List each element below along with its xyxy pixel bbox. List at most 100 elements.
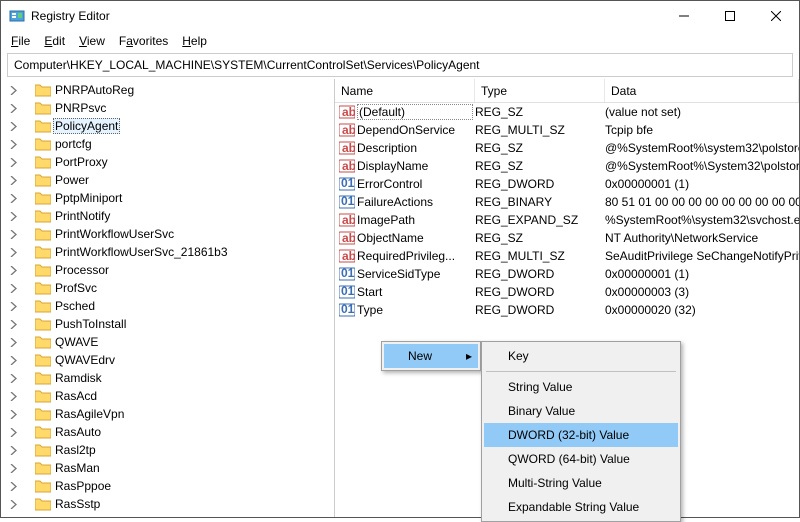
- folder-icon: [35, 227, 51, 241]
- tree-item[interactable]: Psched: [1, 297, 334, 315]
- tree-label: PNRPsvc: [53, 101, 108, 115]
- minimize-button[interactable]: [661, 1, 707, 31]
- col-data[interactable]: Data: [605, 79, 799, 102]
- expand-icon[interactable]: [7, 302, 19, 311]
- value-row[interactable]: ServiceSidTypeREG_DWORD0x00000001 (1): [335, 265, 799, 283]
- expand-icon[interactable]: [7, 158, 19, 167]
- expand-icon[interactable]: [7, 230, 19, 239]
- expand-icon[interactable]: [7, 338, 19, 347]
- tree-label: QWAVE: [53, 335, 100, 349]
- tree-item[interactable]: PrintWorkflowUserSvc: [1, 225, 334, 243]
- menu-edit[interactable]: Edit: [38, 32, 71, 50]
- tree-label: PNRPAutoReg: [53, 83, 136, 97]
- value-row[interactable]: StartREG_DWORD0x00000003 (3): [335, 283, 799, 301]
- value-row[interactable]: ImagePathREG_EXPAND_SZ%SystemRoot%\syste…: [335, 211, 799, 229]
- value-data: (value not set): [603, 105, 799, 119]
- value-row[interactable]: TypeREG_DWORD0x00000020 (32): [335, 301, 799, 319]
- expand-icon[interactable]: [7, 212, 19, 221]
- expand-icon[interactable]: [7, 176, 19, 185]
- expand-icon[interactable]: [7, 392, 19, 401]
- tree-view[interactable]: PNRPAutoReg PNRPsvc PolicyAgentportcfgPort…: [1, 79, 335, 517]
- expand-icon[interactable]: [7, 266, 19, 275]
- tree-item[interactable]: RasAcd: [1, 387, 334, 405]
- tree-item[interactable]: Power: [1, 171, 334, 189]
- tree-item[interactable]: PrintNotify: [1, 207, 334, 225]
- tree-item[interactable]: PolicyAgent: [1, 117, 334, 135]
- tree-item[interactable]: RasAuto: [1, 423, 334, 441]
- ctx-new[interactable]: New ▸: [384, 344, 478, 368]
- tree-item[interactable]: PNRPAutoReg: [1, 81, 334, 99]
- tree-item[interactable]: portcfg: [1, 135, 334, 153]
- tree-item[interactable]: QWAVE: [1, 333, 334, 351]
- tree-item[interactable]: RasMan: [1, 459, 334, 477]
- expand-icon[interactable]: [7, 104, 19, 113]
- col-type[interactable]: Type: [475, 79, 605, 102]
- menu-help[interactable]: Help: [176, 32, 213, 50]
- folder-icon: [35, 245, 51, 259]
- value-type: REG_DWORD: [473, 177, 603, 191]
- menu-file[interactable]: File: [5, 32, 36, 50]
- tree-item[interactable]: Ramdisk: [1, 369, 334, 387]
- expand-icon[interactable]: [7, 140, 19, 149]
- maximize-button[interactable]: [707, 1, 753, 31]
- tree-item[interactable]: Rasl2tp: [1, 441, 334, 459]
- ctx-new-key[interactable]: Key: [484, 344, 678, 368]
- expand-icon[interactable]: [7, 464, 19, 473]
- string-value-icon: [339, 248, 355, 264]
- address-bar[interactable]: Computer\HKEY_LOCAL_MACHINE\SYSTEM\Curre…: [7, 53, 793, 77]
- list-header: Name Type Data: [335, 79, 799, 103]
- expand-icon[interactable]: [7, 248, 19, 257]
- value-row[interactable]: ObjectNameREG_SZNT Authority\NetworkServ…: [335, 229, 799, 247]
- folder-icon: [35, 299, 51, 313]
- expand-icon[interactable]: [7, 284, 19, 293]
- tree-item[interactable]: PNRPsvc: [1, 99, 334, 117]
- ctx-new-expand[interactable]: Expandable String Value: [484, 495, 678, 519]
- value-row[interactable]: DependOnServiceREG_MULTI_SZTcpip bfe: [335, 121, 799, 139]
- ctx-new-dword[interactable]: DWORD (32-bit) Value: [484, 423, 678, 447]
- tree-label: RasMan: [53, 461, 102, 475]
- tree-item[interactable]: RasPppoe: [1, 477, 334, 495]
- value-row[interactable]: DisplayNameREG_SZ@%SystemRoot%\System32\…: [335, 157, 799, 175]
- close-button[interactable]: [753, 1, 799, 31]
- titlebar: Registry Editor: [1, 1, 799, 31]
- tree-item[interactable]: PortProxy: [1, 153, 334, 171]
- expand-icon[interactable]: [7, 374, 19, 383]
- tree-item[interactable]: RasSstp: [1, 495, 334, 513]
- value-row[interactable]: ErrorControlREG_DWORD0x00000001 (1): [335, 175, 799, 193]
- value-row[interactable]: FailureActionsREG_BINARY80 51 01 00 00 0…: [335, 193, 799, 211]
- menu-view[interactable]: View: [73, 32, 111, 50]
- ctx-new-string[interactable]: String Value: [484, 375, 678, 399]
- expand-icon[interactable]: [7, 320, 19, 329]
- value-row[interactable]: DescriptionREG_SZ@%SystemRoot%\system32\…: [335, 139, 799, 157]
- tree-item[interactable]: PrintWorkflowUserSvc_21861b3: [1, 243, 334, 261]
- tree-item[interactable]: QWAVEdrv: [1, 351, 334, 369]
- expand-icon[interactable]: [7, 428, 19, 437]
- tree-label: PushToInstall: [53, 317, 128, 331]
- value-data: 0x00000020 (32): [603, 303, 799, 317]
- value-row[interactable]: (Default)REG_SZ(value not set): [335, 103, 799, 121]
- expand-icon[interactable]: [7, 446, 19, 455]
- value-row[interactable]: RequiredPrivileg...REG_MULTI_SZSeAuditPr…: [335, 247, 799, 265]
- expand-icon[interactable]: [7, 194, 19, 203]
- tree-item[interactable]: RasAgileVpn: [1, 405, 334, 423]
- tree-item[interactable]: ProfSvc: [1, 279, 334, 297]
- ctx-new-binary[interactable]: Binary Value: [484, 399, 678, 423]
- expand-icon[interactable]: [7, 122, 19, 131]
- expand-icon[interactable]: [7, 500, 19, 509]
- ctx-new-multi[interactable]: Multi-String Value: [484, 471, 678, 495]
- value-name: ErrorControl: [357, 177, 473, 191]
- folder-icon: [35, 209, 51, 223]
- expand-icon[interactable]: [7, 86, 19, 95]
- expand-icon[interactable]: [7, 410, 19, 419]
- tree-item[interactable]: Processor: [1, 261, 334, 279]
- ctx-new-qword[interactable]: QWORD (64-bit) Value: [484, 447, 678, 471]
- col-name[interactable]: Name: [335, 79, 475, 102]
- menu-favorites[interactable]: Favorites: [113, 32, 174, 50]
- expand-icon[interactable]: [7, 482, 19, 491]
- address-text: Computer\HKEY_LOCAL_MACHINE\SYSTEM\Curre…: [14, 58, 480, 72]
- tree-item[interactable]: PushToInstall: [1, 315, 334, 333]
- expand-icon[interactable]: [7, 356, 19, 365]
- tree-item[interactable]: PptpMiniport: [1, 189, 334, 207]
- value-type: REG_MULTI_SZ: [473, 249, 603, 263]
- string-value-icon: [339, 212, 355, 228]
